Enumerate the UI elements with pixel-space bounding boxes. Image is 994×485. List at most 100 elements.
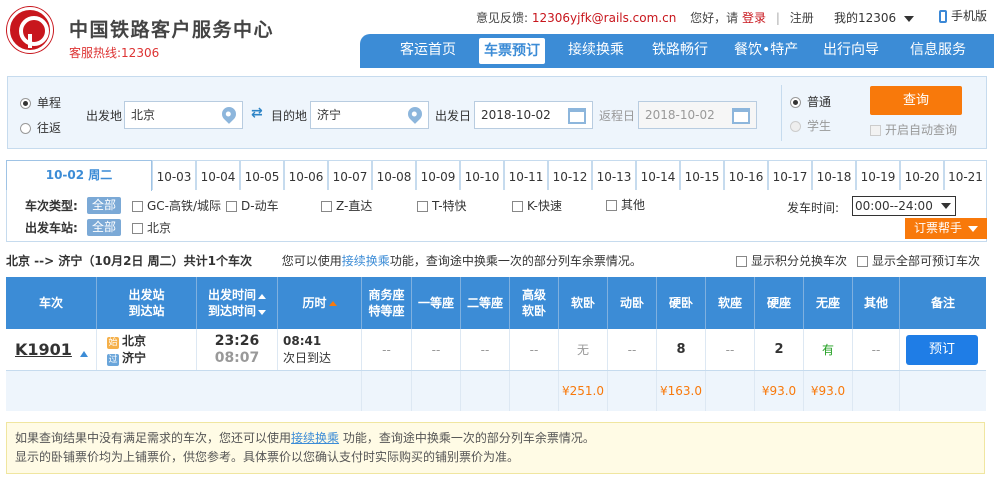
type-checkbox-d[interactable]: D-动车 [226,197,279,214]
nav-info-service[interactable]: 信息服务 [910,34,966,68]
type-checkbox-other[interactable]: 其他 [606,196,645,213]
train-type-all-button[interactable]: 全部 [87,197,122,214]
date-tab[interactable]: 10-04 [196,160,240,190]
type-checkbox-gc[interactable]: GC-高铁/城际 [132,197,221,214]
register-link[interactable]: 注册 [790,11,814,25]
date-tab[interactable]: 10-07 [328,160,372,190]
calendar-icon [732,108,750,124]
nav-transfer[interactable]: 接续换乘 [568,34,624,68]
date-tab[interactable]: 10-08 [372,160,416,190]
student-ticket-radio[interactable]: 学生 [790,117,831,134]
expand-icon[interactable] [79,350,88,357]
date-tab[interactable]: 10-17 [768,160,812,190]
notice-line1-prefix: 如果查询结果中没有满足需求的车次，您还可以使用 [15,431,292,445]
col-soft-seat: 软座 [706,277,755,329]
price-cell-empty [461,371,510,411]
type-label: D-动车 [241,199,279,213]
other-seat-cell: -- [853,329,900,370]
oneway-radio[interactable]: 单程 [20,94,61,111]
chevron-down-icon [968,225,979,232]
sort-down-icon [258,310,266,315]
hard-sleeper-cell[interactable]: 8 [657,329,706,370]
to-input[interactable]: 济宁 [310,101,429,129]
date-tab[interactable]: 10-20 [900,160,944,190]
date-tab[interactable]: 10-13 [592,160,636,190]
date-tab[interactable]: 10-18 [812,160,856,190]
from-input[interactable]: 北京 [124,101,243,129]
date-tab-active[interactable]: 10-02 周二 [6,160,152,191]
date-tab[interactable]: 10-21 [944,160,987,190]
arrive-time: 08:07 [214,349,260,366]
type-checkbox-t[interactable]: T-特快 [417,197,467,214]
col-duration[interactable]: 历时 [278,277,362,329]
my12306-menu[interactable]: 我的12306 [834,9,915,26]
hard-seat-cell[interactable]: 2 [755,329,804,370]
col-remark: 备注 [930,296,955,310]
station-checkbox-beijing[interactable]: 北京 [132,219,171,236]
col-times[interactable]: 出发时间 到达时间 [197,277,278,329]
date-tab[interactable]: 10-19 [856,160,900,190]
date-tab[interactable]: 10-06 [284,160,328,190]
show-all-checkbox[interactable]: 显示全部可预订车次 [857,252,980,269]
col-other: 其他 [853,277,900,329]
type-checkbox-z[interactable]: Z-直达 [321,197,372,214]
date-tab[interactable]: 10-09 [416,160,460,190]
duration-note: 次日到达 [283,350,332,365]
normal-ticket-radio[interactable]: 普通 [790,93,831,110]
train-number-cell[interactable]: K1901 [6,329,97,370]
login-link[interactable]: 登录 [742,11,766,25]
train-number[interactable]: K1901 [15,340,72,359]
date-tab[interactable]: 10-11 [504,160,548,190]
return-date-value: 2018-10-02 [645,108,715,122]
chevron-down-icon [941,203,951,209]
mobile-version-link[interactable]: 手机版 [939,7,987,24]
soft-seat-cell: -- [706,329,755,370]
return-date-input[interactable]: 2018-10-02 [638,101,757,129]
date-tab[interactable]: 10-15 [680,160,724,190]
roundtrip-radio[interactable]: 往返 [20,119,61,136]
radio-icon [20,98,31,109]
railway-logo-icon[interactable] [7,7,53,53]
table-row: K1901 始北京 过济宁 23:26 08:07 08:41 次日到达 -- --… [6,329,986,371]
station-all-button[interactable]: 全部 [87,219,122,236]
transfer-link[interactable]: 接续换乘 [342,254,390,268]
search-button[interactable]: 查询 [870,86,962,115]
nav-rail-pass[interactable]: 铁路畅行 [652,34,708,68]
duration: 08:41 [283,333,322,348]
normal-label: 普通 [807,95,832,109]
book-button[interactable]: 预订 [906,335,978,365]
auto-query-checkbox[interactable]: 开启自动查询 [870,121,957,138]
nav-ticket-booking[interactable]: 车票预订 [479,38,545,64]
moving-sleeper-cell: -- [608,329,657,370]
swap-icon[interactable]: ⇄ [251,106,268,120]
date-tab[interactable]: 10-16 [724,160,768,190]
filter-panel: 车次类型: 全部 GC-高铁/城际 D-动车 Z-直达 T-特快 K-快速 其他… [6,190,987,242]
price-cell-empty [608,371,657,411]
date-tab[interactable]: 10-14 [636,160,680,190]
no-seat-cell[interactable]: 有 [804,329,853,370]
price-cell-empty [362,371,412,411]
main-nav: 客运首页 车票预订 接续换乘 铁路畅行 餐饮•特产 出行向导 信息服务 [360,34,994,68]
date-tab[interactable]: 10-12 [548,160,592,190]
nav-travel-guide[interactable]: 出行向导 [823,34,879,68]
price-row-spacer [6,371,362,411]
depart-time: 23:26 [214,332,260,349]
no-seat-price: ¥93.0 [804,371,853,411]
date-tab[interactable]: 10-10 [460,160,504,190]
all-label: 全部 [87,197,122,214]
booking-helper-button[interactable]: 订票帮手 [905,218,987,239]
date-tab[interactable]: 10-05 [240,160,284,190]
soft-sleeper-cell[interactable]: 无 [559,329,608,370]
col-depart-station: 出发站 [128,288,165,302]
type-checkbox-k[interactable]: K-快速 [512,197,562,214]
nav-food[interactable]: 餐饮•特产 [734,34,798,68]
depart-time-select[interactable]: 00:00--24:00 [852,196,956,216]
date-tab[interactable]: 10-03 [152,160,196,190]
depart-date-input[interactable]: 2018-10-02 [474,101,593,129]
feedback-email-link[interactable]: 12306yjfk@rails.com.cn [532,11,676,25]
price-row: ¥251.0 ¥163.0 ¥93.0 ¥93.0 [6,371,986,411]
show-points-checkbox[interactable]: 显示积分兑换车次 [736,252,847,269]
notice-transfer-link[interactable]: 接续换乘 [291,431,339,445]
col-depart-time: 出发时间 [207,288,256,302]
nav-home[interactable]: 客运首页 [400,34,456,68]
